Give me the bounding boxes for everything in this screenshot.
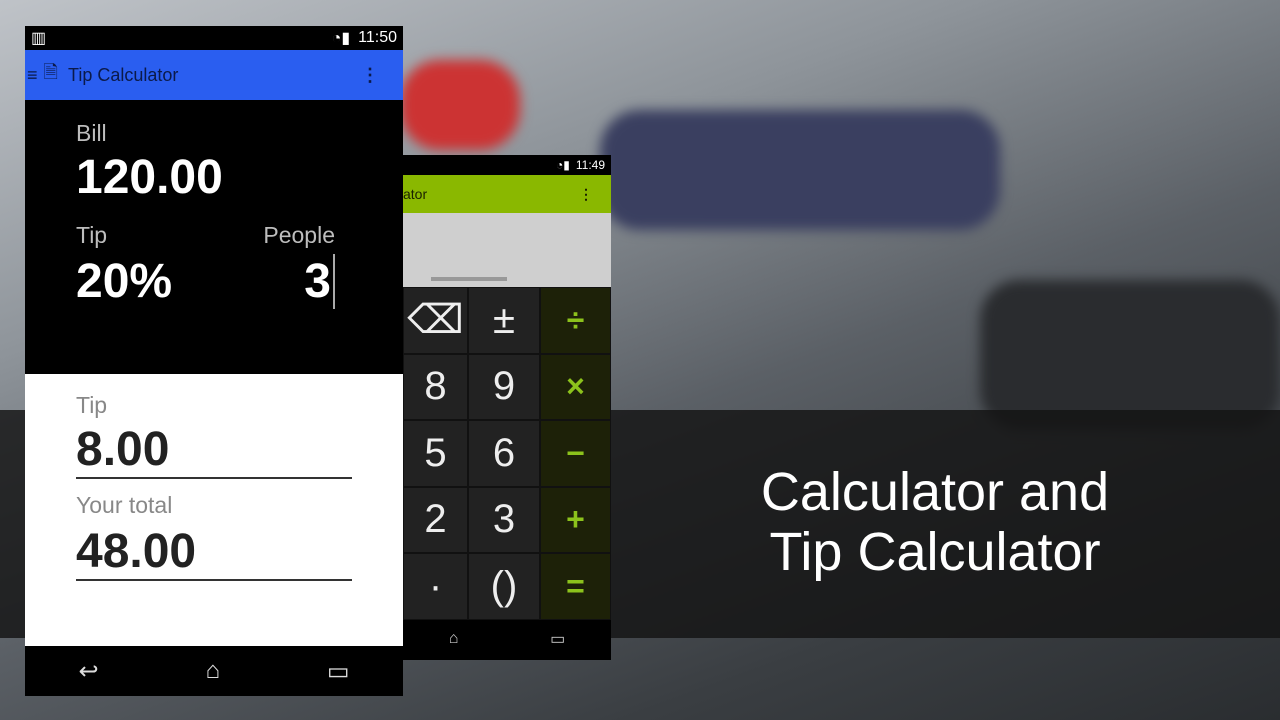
- calculator-phone: ◔▮ 11:49 ator ⋮ ⌫ ± ÷ 8 9 × 5 6− 2 3 + ·() = ⌂ ▭: [403, 155, 611, 660]
- calc-nav-bar: ⌂ ▭: [403, 619, 611, 658]
- bill-label: Bill: [76, 120, 107, 146]
- people-input[interactable]: 3: [304, 254, 335, 309]
- tip-phone: ▥ ◔▮ 11:50 ≡ 🗎 Tip Calculator ⋮ Bill 120…: [25, 26, 403, 696]
- recents-icon[interactable]: ▭: [550, 629, 565, 649]
- calc-key[interactable]: ×: [540, 353, 611, 420]
- tip-action-bar: ≡ 🗎 Tip Calculator ⋮: [25, 50, 403, 100]
- calc-key[interactable]: 5: [403, 420, 468, 487]
- headline: Calculator and Tip Calculator: [700, 462, 1170, 582]
- home-icon[interactable]: ⌂: [449, 630, 459, 648]
- calc-key[interactable]: ⌫: [403, 287, 468, 354]
- app-title: Tip Calculator: [68, 64, 179, 85]
- bg-key-dark: [980, 280, 1280, 430]
- input-section: Bill 120.00 Tip 20% People 3: [25, 100, 403, 374]
- drawer-icon[interactable]: ≡: [27, 65, 38, 86]
- bg-key-red: [400, 60, 520, 150]
- total-label: Your total: [76, 492, 173, 518]
- status-time: 11:49: [575, 158, 605, 172]
- results-section: Tip 8.00 Your total 48.00: [25, 374, 403, 646]
- wifi-icon: ◔▮: [556, 158, 570, 172]
- tip-result-value: 8.00: [76, 422, 352, 479]
- home-icon[interactable]: ⌂: [205, 657, 220, 685]
- notification-icon: ▥: [31, 30, 47, 47]
- recents-icon[interactable]: ▭: [327, 657, 350, 686]
- calc-key[interactable]: ÷: [540, 287, 611, 354]
- calc-key[interactable]: (): [468, 553, 540, 620]
- tip-result-label: Tip: [76, 392, 108, 418]
- calc-key[interactable]: 3: [468, 486, 540, 553]
- tip-label: Tip: [76, 222, 108, 248]
- status-bar: ▥ ◔▮ 11:50: [25, 26, 403, 50]
- calc-key[interactable]: 2: [403, 486, 468, 553]
- headline-line2: Tip Calculator: [769, 522, 1101, 582]
- tip-input[interactable]: 20%: [76, 254, 172, 309]
- bg-key-blue: [600, 110, 1000, 230]
- calc-key[interactable]: +: [540, 486, 611, 553]
- calc-display[interactable]: [403, 213, 611, 287]
- wifi-icon: ◔▮: [331, 30, 351, 47]
- back-icon[interactable]: ↩: [78, 657, 98, 686]
- calc-key[interactable]: ·: [403, 553, 468, 620]
- overflow-menu-icon[interactable]: ⋮: [579, 186, 593, 203]
- total-value: 48.00: [76, 524, 352, 581]
- overflow-menu-icon[interactable]: ⋮: [361, 65, 379, 86]
- calc-key[interactable]: 9: [468, 353, 540, 420]
- people-label: People: [263, 222, 335, 248]
- nav-bar: ↩ ⌂ ▭: [25, 646, 403, 696]
- calc-key[interactable]: =: [540, 553, 611, 620]
- bill-input[interactable]: 120.00: [76, 150, 223, 205]
- calc-action-bar: ator ⋮: [403, 175, 611, 213]
- status-time: 11:50: [358, 29, 397, 46]
- calc-keypad: ⌫ ± ÷ 8 9 × 5 6− 2 3 + ·() =: [403, 287, 611, 620]
- app-doc-icon: 🗎: [43, 62, 58, 82]
- calc-key[interactable]: 8: [403, 353, 468, 420]
- headline-line1: Calculator and: [760, 462, 1110, 522]
- calc-key[interactable]: −: [540, 420, 611, 487]
- calc-title: ator: [403, 186, 428, 202]
- drag-handle[interactable]: [431, 277, 507, 281]
- status-bar: ◔▮ 11:49: [403, 155, 611, 175]
- calc-key[interactable]: 6: [468, 420, 540, 487]
- calc-key[interactable]: ±: [468, 287, 540, 354]
